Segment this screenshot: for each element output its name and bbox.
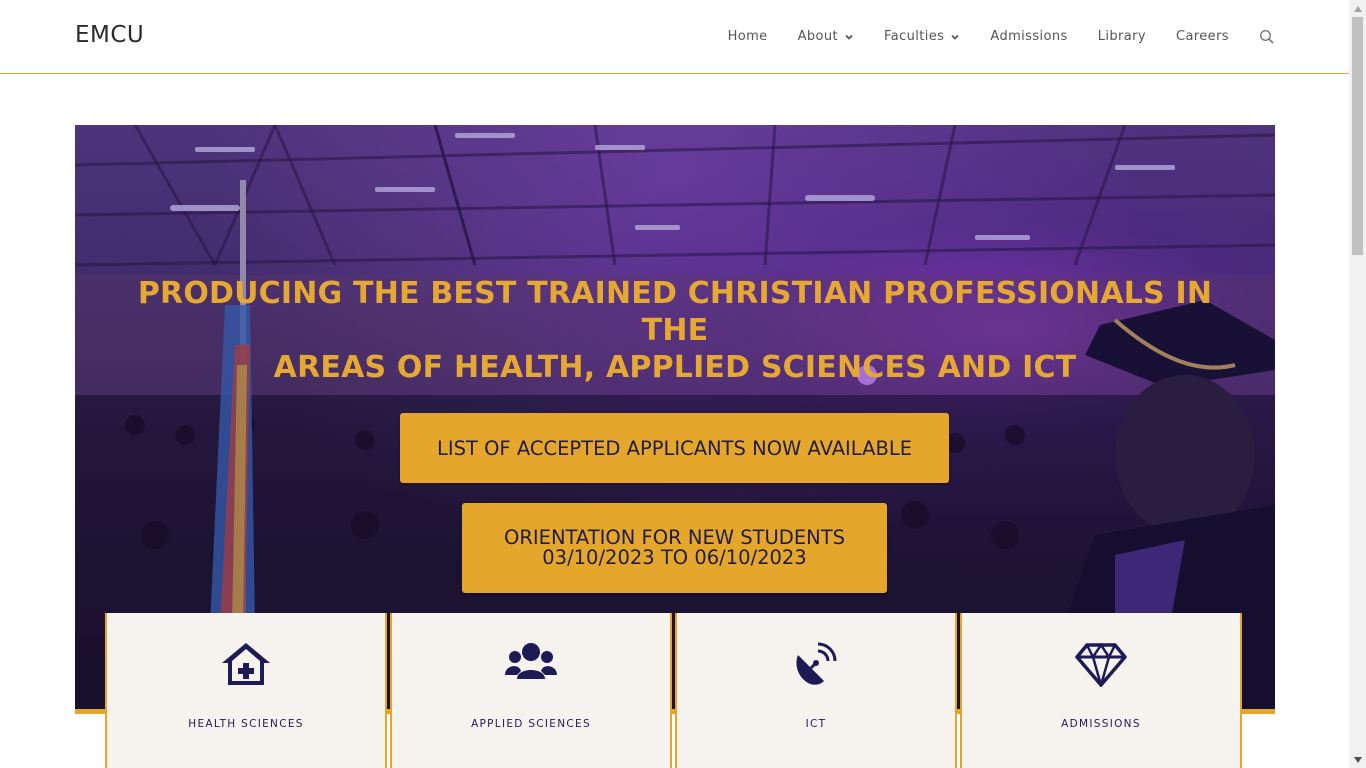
scrollbar[interactable] — [1349, 0, 1366, 768]
accepted-applicants-label: LIST OF ACCEPTED APPLICANTS NOW AVAILABL… — [436, 436, 913, 460]
nav-careers[interactable]: Careers — [1176, 29, 1229, 44]
card-label: HEALTH SCIENCES — [188, 718, 304, 730]
card-admissions[interactable]: ADMISSIONS — [960, 613, 1242, 768]
accepted-applicants-button[interactable]: LIST OF ACCEPTED APPLICANTS NOW AVAILABL… — [400, 413, 949, 483]
nav-admissions-label: Admissions — [990, 29, 1068, 44]
nav-faculties-label: Faculties — [884, 29, 945, 44]
search-icon[interactable] — [1259, 29, 1275, 45]
site-header: EMCU Home About Faculties Admissions Lib… — [0, 0, 1349, 74]
feature-cards: HEALTH SCIENCES APPLIED SCIENCES ICT ADM… — [105, 613, 1245, 768]
hero-title-line2: AREAS OF HEALTH, APPLIED SCIENCES AND IC… — [273, 350, 1077, 385]
orientation-button[interactable]: ORIENTATION FOR NEW STUDENTS 03/10/2023 … — [462, 503, 887, 593]
card-ict[interactable]: ICT — [675, 613, 957, 768]
card-applied-sciences[interactable]: APPLIED SCIENCES — [390, 613, 672, 768]
nav-home[interactable]: Home — [728, 29, 768, 44]
nav-about[interactable]: About — [798, 29, 854, 44]
nav-about-label: About — [797, 29, 839, 44]
nav-home-label: Home — [727, 29, 768, 44]
nav-library[interactable]: Library — [1098, 29, 1146, 44]
hero-title-line1: PRODUCING THE BEST TRAINED CHRISTIAN PRO… — [137, 276, 1213, 348]
satellite-dish-icon — [796, 642, 837, 685]
site-logo[interactable]: EMCU — [75, 22, 144, 48]
card-label: ICT — [805, 718, 827, 730]
card-label: ADMISSIONS — [1061, 718, 1141, 730]
scroll-thumb[interactable] — [1352, 17, 1363, 255]
orientation-label-line1: ORIENTATION FOR NEW STUDENTS — [503, 526, 846, 549]
chevron-down-icon — [951, 34, 960, 40]
nav-careers-label: Careers — [1175, 29, 1229, 44]
nav-admissions[interactable]: Admissions — [990, 29, 1067, 44]
card-health-sciences[interactable]: HEALTH SCIENCES — [105, 613, 387, 768]
orientation-label-line2: 03/10/2023 TO 06/10/2023 — [542, 546, 807, 569]
hero-title: PRODUCING THE BEST TRAINED CHRISTIAN PRO… — [105, 275, 1245, 386]
nav-library-label: Library — [1097, 29, 1146, 44]
users-icon — [505, 643, 557, 679]
nav-faculties[interactable]: Faculties — [884, 29, 960, 44]
chevron-down-icon — [845, 34, 853, 40]
card-label: APPLIED SCIENCES — [471, 718, 591, 730]
page: EMCU Home About Faculties Admissions Lib… — [0, 0, 1349, 768]
scroll-down-arrow-icon[interactable] — [1349, 751, 1366, 768]
main-nav: Home About Faculties Admissions Library … — [728, 0, 1275, 73]
clinic-icon — [222, 643, 270, 685]
scroll-up-arrow-icon[interactable] — [1349, 0, 1366, 17]
gem-icon — [1075, 642, 1127, 687]
